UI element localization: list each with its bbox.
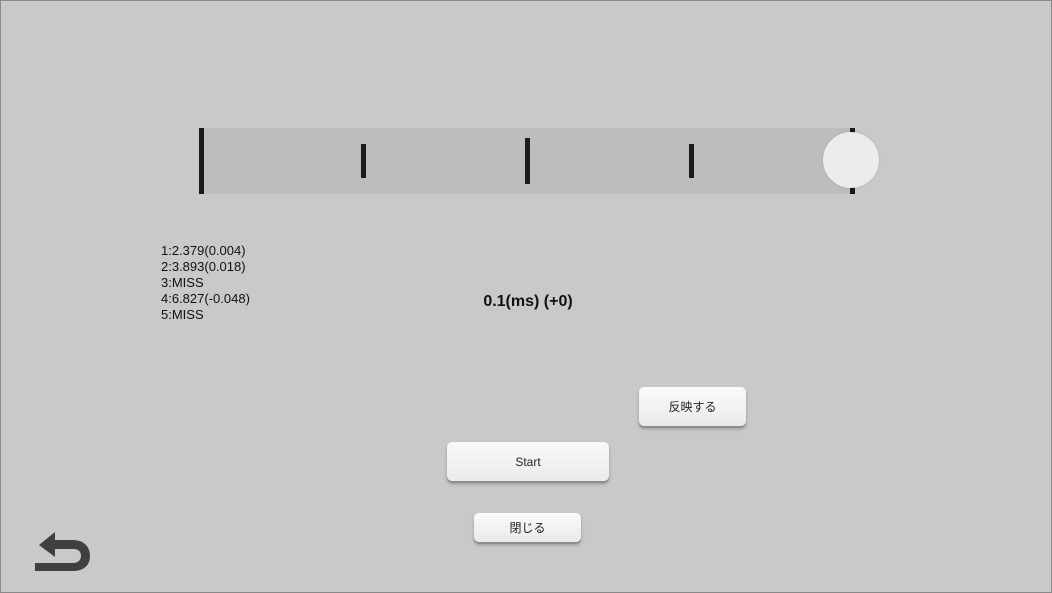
- close-button-label: 閉じる: [509, 521, 546, 535]
- hit-results-list: 1:2.379(0.004) 2:3.893(0.018) 3:MISS 4:6…: [161, 243, 250, 323]
- hit-result: 3:MISS: [161, 275, 204, 290]
- beat-tick: [361, 144, 366, 178]
- track-start-line: [199, 128, 204, 194]
- hit-result: 1:2.379(0.004): [161, 243, 246, 258]
- hit-result: 4:6.827(-0.048): [161, 291, 250, 306]
- hit-result: 5:MISS: [161, 307, 204, 322]
- apply-button-label: 反映する: [668, 400, 717, 414]
- close-button[interactable]: 閉じる: [474, 513, 581, 542]
- timing-adjust-screen: 1:2.379(0.004) 2:3.893(0.018) 3:MISS 4:6…: [0, 0, 1052, 593]
- timing-ball: [823, 132, 879, 188]
- start-button[interactable]: Start: [447, 442, 609, 481]
- back-arrow-icon[interactable]: [33, 528, 93, 576]
- apply-button[interactable]: 反映する: [639, 387, 746, 426]
- start-button-label: Start: [515, 454, 541, 469]
- hit-result: 2:3.893(0.018): [161, 259, 246, 274]
- beat-tick: [689, 144, 694, 178]
- offset-readout: 0.1(ms) (+0): [483, 293, 573, 310]
- beat-tick: [525, 138, 530, 184]
- timing-track: [199, 128, 855, 194]
